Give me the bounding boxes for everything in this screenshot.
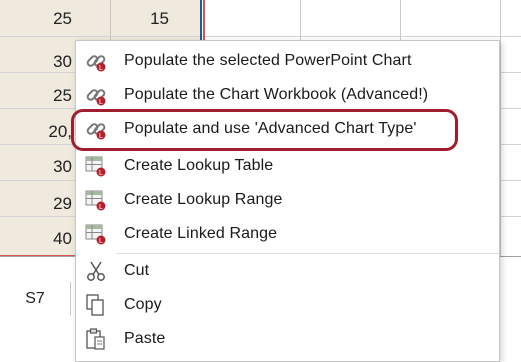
svg-text:L: L	[99, 204, 103, 211]
highlight-outline	[71, 109, 458, 151]
menu-item-label: Populate the selected PowerPoint Chart	[124, 52, 412, 69]
menu-item-cut[interactable]: Cut	[76, 254, 499, 288]
menu-item-label: Create Linked Range	[124, 225, 278, 242]
menu-item-label: Paste	[124, 330, 166, 347]
menu-item-create-linked-range[interactable]: L Create Linked Range	[76, 217, 499, 251]
menu-item-label: Create Lookup Table	[124, 157, 274, 174]
menu-item-label: Copy	[124, 296, 162, 313]
name-box[interactable]: S7	[0, 282, 71, 316]
menu-item-populate-chart-workbook[interactable]: L Populate the Chart Workbook (Advanced!…	[76, 78, 499, 112]
cell-value[interactable]: 15	[112, 9, 169, 29]
menu-item-copy[interactable]: Copy	[76, 288, 499, 322]
svg-text:L: L	[99, 99, 103, 106]
cell-value[interactable]: 25	[20, 86, 72, 106]
cell-value[interactable]: 40	[20, 229, 72, 249]
menu-item-label: Create Lookup Range	[124, 191, 283, 208]
table-icon: L	[84, 188, 108, 212]
menu-item-create-lookup-table[interactable]: L Create Lookup Table	[76, 149, 499, 183]
menu-item-label: Cut	[124, 262, 150, 279]
cell-value[interactable]: 25	[20, 9, 72, 29]
scissors-icon	[84, 259, 108, 283]
link-icon: L	[84, 83, 108, 107]
cell-value[interactable]: 30	[20, 157, 72, 177]
menu-item-label: Populate the Chart Workbook (Advanced!)	[124, 86, 429, 103]
menu-item-paste[interactable]: Paste	[76, 322, 499, 356]
svg-text:L: L	[99, 238, 103, 245]
link-icon: L	[84, 49, 108, 73]
menu-item-create-lookup-range[interactable]: L Create Lookup Range	[76, 183, 499, 217]
cell-value[interactable]: 30	[20, 52, 72, 72]
row-divider	[0, 36, 521, 37]
menu-item-populate-selected-chart[interactable]: L Populate the selected PowerPoint Chart	[76, 44, 499, 78]
table-icon: L	[84, 154, 108, 178]
column-divider	[500, 0, 501, 256]
copy-icon	[84, 293, 108, 317]
table-icon: L	[84, 222, 108, 246]
paste-icon	[84, 327, 108, 351]
svg-text:L: L	[99, 170, 103, 177]
cell-value[interactable]: 29	[20, 194, 72, 214]
svg-text:L: L	[99, 65, 103, 72]
context-menu: L Populate the selected PowerPoint Chart…	[75, 40, 500, 362]
cell-value[interactable]: 20,	[20, 122, 72, 142]
